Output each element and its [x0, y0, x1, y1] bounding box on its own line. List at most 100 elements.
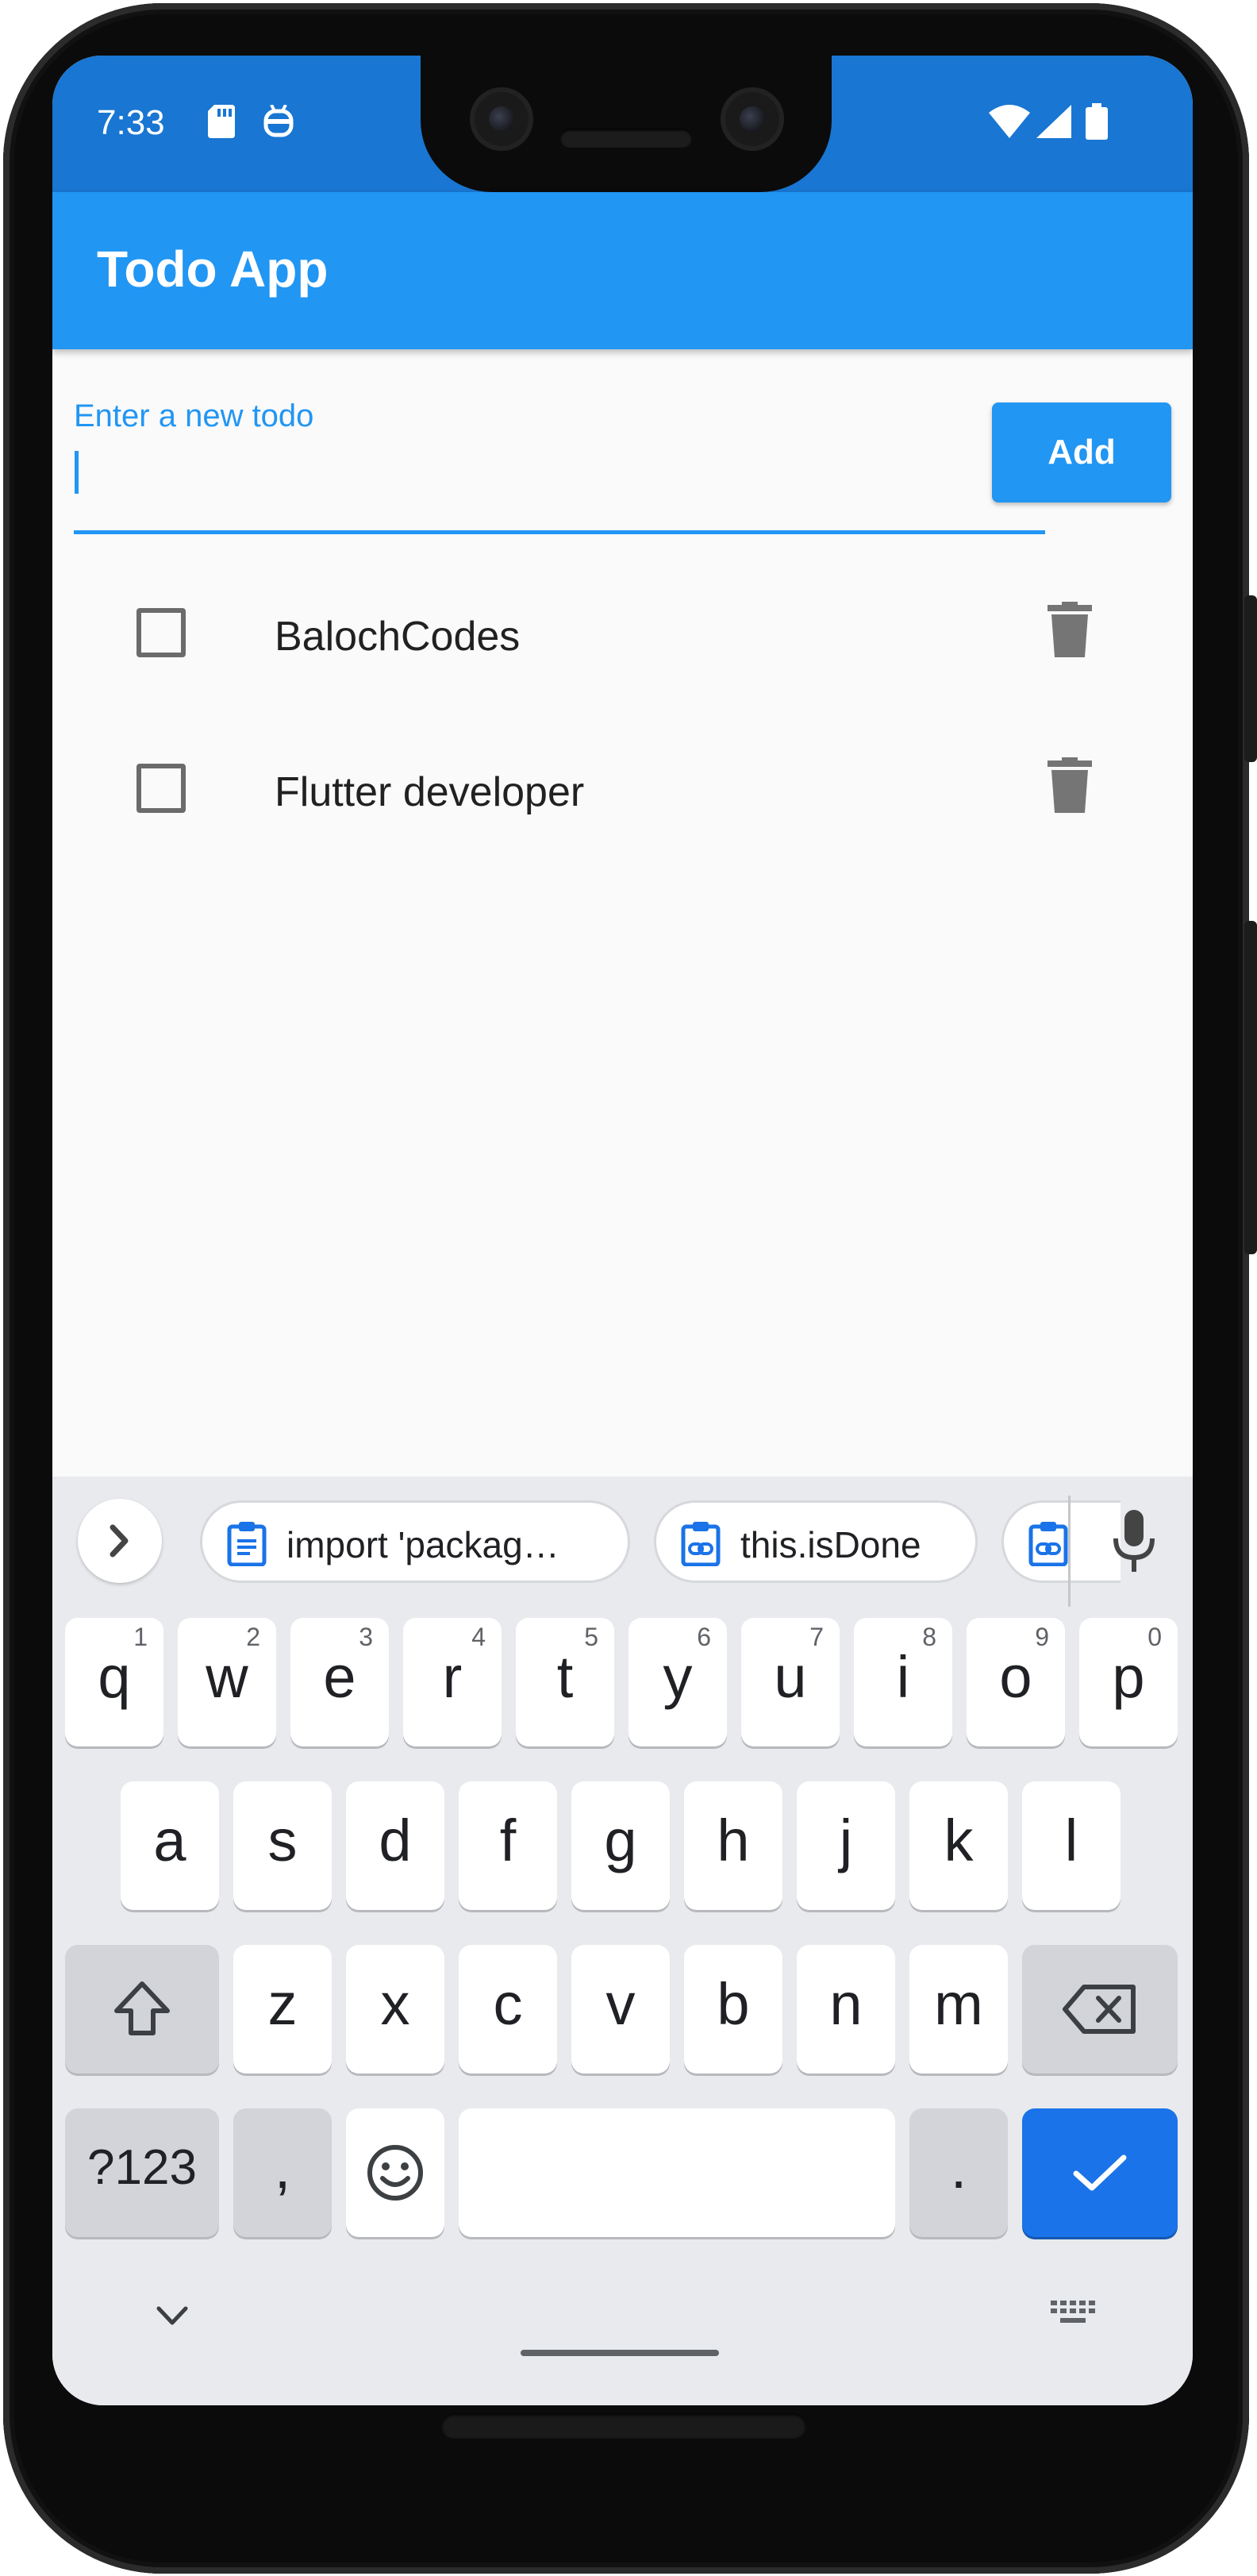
key-f[interactable]: f — [459, 1781, 557, 1910]
trash-icon[interactable] — [1048, 602, 1092, 657]
key-label: ?123 — [87, 2140, 197, 2195]
sd-card-icon — [208, 105, 235, 138]
key-d[interactable]: d — [346, 1781, 444, 1910]
todo-input[interactable] — [74, 448, 1045, 511]
done-key[interactable] — [1022, 2108, 1178, 2237]
key-label: s — [267, 1808, 298, 1873]
key-label: m — [934, 1971, 983, 2037]
key-label: o — [999, 1644, 1032, 1710]
key-label: l — [1064, 1808, 1078, 1873]
clipboard-suggestion[interactable]: this.isDone — [654, 1500, 978, 1583]
key-l[interactable]: l — [1022, 1781, 1121, 1910]
app-title: Todo App — [97, 241, 329, 298]
clipboard-icon — [227, 1522, 267, 1566]
emoji-icon — [367, 2145, 423, 2201]
checkmark-icon — [1073, 2154, 1127, 2191]
wifi-icon — [989, 105, 1030, 138]
key-c[interactable]: c — [459, 1945, 557, 2074]
volume-button — [1244, 921, 1257, 1254]
camera-notch — [421, 56, 832, 192]
key-g[interactable]: g — [571, 1781, 670, 1910]
key-u[interactable]: 7u — [741, 1618, 840, 1746]
key-label: i — [896, 1644, 910, 1710]
status-bar: 7:33 — [52, 56, 1193, 192]
key-r[interactable]: 4r — [403, 1618, 502, 1746]
key-z[interactable]: z — [233, 1945, 332, 2074]
key-label: k — [944, 1808, 974, 1873]
key-i[interactable]: 8i — [854, 1618, 952, 1746]
backspace-key[interactable] — [1022, 1945, 1178, 2074]
add-button[interactable]: Add — [992, 402, 1171, 502]
phone-frame: 7:33 Todo App Enter a new todo Add Baloc… — [0, 0, 1257, 2576]
key-y[interactable]: 6y — [628, 1618, 727, 1746]
suggestion-expand-button[interactable] — [78, 1499, 162, 1583]
front-sensor — [721, 87, 784, 151]
key-label: u — [774, 1644, 807, 1710]
key-label: x — [380, 1971, 410, 2037]
key-label: . — [950, 2135, 967, 2201]
shift-icon — [114, 1981, 170, 2035]
key-a[interactable]: a — [121, 1781, 219, 1910]
screen: 7:33 Todo App Enter a new todo Add Baloc… — [52, 56, 1193, 2405]
key-j[interactable]: j — [797, 1781, 895, 1910]
key-k[interactable]: k — [909, 1781, 1008, 1910]
key-label: t — [556, 1644, 574, 1710]
key-e[interactable]: 3e — [290, 1618, 389, 1746]
todo-item: Flutter developer — [52, 711, 1193, 867]
key-s[interactable]: s — [233, 1781, 332, 1910]
status-time: 7:33 — [97, 103, 165, 142]
key-label: w — [206, 1644, 248, 1710]
key-label: e — [323, 1644, 356, 1710]
shift-key[interactable] — [65, 1945, 219, 2074]
key-w[interactable]: 2w — [178, 1618, 276, 1746]
clipboard-suggestion-text: import 'packag… — [286, 1524, 559, 1565]
keyboard-switch-icon[interactable] — [1049, 2297, 1097, 2329]
key-label: h — [717, 1808, 750, 1873]
key-hint: 8 — [922, 1623, 936, 1651]
key-t[interactable]: 5t — [516, 1618, 614, 1746]
key-n[interactable]: n — [797, 1945, 895, 2074]
key-q[interactable]: 1q — [65, 1618, 163, 1746]
symbols-key[interactable]: ?123 — [65, 2108, 219, 2237]
key-x[interactable]: x — [346, 1945, 444, 2074]
emoji-key[interactable] — [346, 2108, 444, 2237]
keyboard-hide-icon[interactable] — [152, 2302, 192, 2329]
todo-input-label: Enter a new todo — [74, 399, 314, 433]
todo-checkbox[interactable] — [136, 608, 186, 657]
key-v[interactable]: v — [571, 1945, 670, 2074]
key-b[interactable]: b — [684, 1945, 782, 2074]
key-label: y — [663, 1644, 693, 1710]
key-h[interactable]: h — [684, 1781, 782, 1910]
key-label: z — [267, 1971, 298, 2037]
key-hint: 5 — [584, 1623, 598, 1651]
key-m[interactable]: m — [909, 1945, 1008, 2074]
key-hint: 4 — [471, 1623, 486, 1651]
clipboard-suggestion[interactable]: import 'packag… — [200, 1500, 630, 1583]
clipboard-link-icon — [1028, 1522, 1068, 1566]
key-hint: 9 — [1035, 1623, 1049, 1651]
todo-text: Flutter developer — [275, 769, 585, 815]
microphone-icon[interactable] — [1111, 1510, 1157, 1573]
key-label: f — [499, 1808, 517, 1873]
todo-checkbox[interactable] — [136, 764, 186, 813]
comma-key[interactable]: , — [233, 2108, 332, 2237]
key-o[interactable]: 9o — [967, 1618, 1065, 1746]
key-p[interactable]: 0p — [1079, 1618, 1178, 1746]
key-hint: 7 — [809, 1623, 824, 1651]
robot-icon — [263, 105, 294, 137]
suggestion-divider — [1068, 1496, 1071, 1607]
app-bar: Todo App — [52, 192, 1193, 349]
key-hint: 1 — [133, 1623, 148, 1651]
clipboard-suggestion[interactable] — [1001, 1500, 1121, 1583]
home-indicator[interactable] — [521, 2350, 719, 2356]
trash-icon[interactable] — [1048, 757, 1092, 813]
key-hint: 2 — [246, 1623, 260, 1651]
key-label: a — [153, 1808, 186, 1873]
key-hint: 6 — [697, 1623, 711, 1651]
space-key[interactable] — [459, 2108, 895, 2237]
clipboard-link-icon — [681, 1522, 721, 1566]
clipboard-suggestion-text: this.isDone — [740, 1524, 921, 1565]
front-camera — [470, 87, 533, 151]
key-label: g — [604, 1808, 637, 1873]
period-key[interactable]: . — [909, 2108, 1008, 2237]
